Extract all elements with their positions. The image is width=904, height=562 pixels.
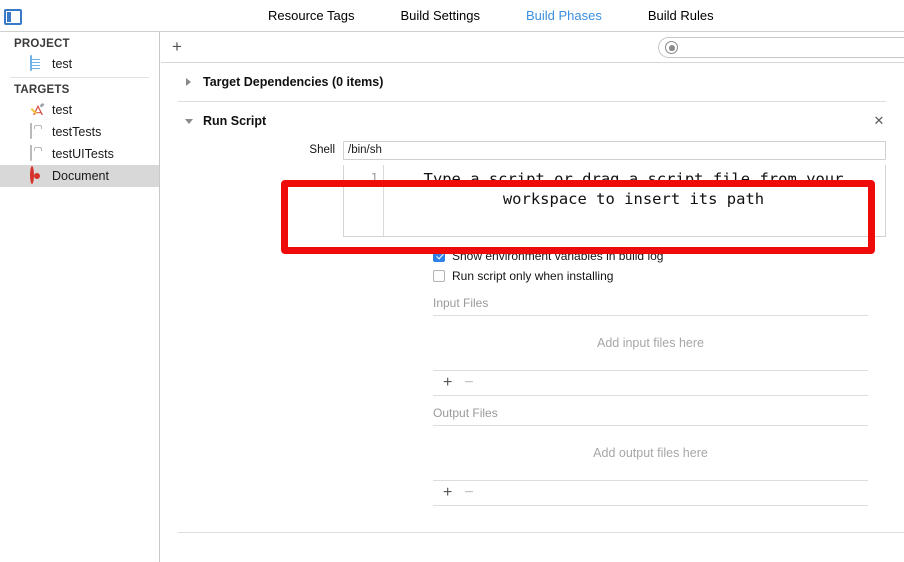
add-input-file-button[interactable]: + xyxy=(443,375,452,391)
option-label: Run script only when installing xyxy=(452,269,614,283)
sidebar-item-label: test xyxy=(52,57,73,71)
tab-build-rules[interactable]: Build Rules xyxy=(648,8,714,23)
phase-row-target-dependencies[interactable]: Target Dependencies (0 items) xyxy=(178,63,886,102)
chevron-right-icon[interactable] xyxy=(186,78,191,86)
left-panel-toggle-icon[interactable] xyxy=(4,9,22,25)
sidebar-item-project-test[interactable]: test xyxy=(0,53,159,75)
sidebar-item-label: test xyxy=(52,103,73,117)
add-output-file-button[interactable]: + xyxy=(443,485,452,501)
output-files-empty-text: Add output files here xyxy=(593,446,708,460)
phase-bottom-divider xyxy=(178,532,904,533)
sidebar-item-label: testUITests xyxy=(52,147,114,161)
output-files-toolbar: + − xyxy=(433,481,868,506)
app-target-icon xyxy=(30,102,45,118)
sidebar-item-target-test[interactable]: test xyxy=(0,99,159,121)
run-script-options: Show environment variables in build log … xyxy=(433,246,886,286)
sidebar-item-target-testuitests[interactable]: testUITests xyxy=(0,143,159,165)
sidebar-item-target-document[interactable]: Document xyxy=(0,165,159,187)
editor-gutter: 1 xyxy=(344,165,384,236)
sidebar-group-project: PROJECT xyxy=(14,38,70,50)
editor-line-number: 1 xyxy=(370,171,378,185)
tab-build-settings[interactable]: Build Settings xyxy=(400,8,480,23)
input-files-header: Input Files xyxy=(433,296,489,310)
phase-title: Target Dependencies (0 items) xyxy=(203,75,384,89)
remove-input-file-button[interactable]: − xyxy=(464,375,473,391)
sidebar-item-label: Document xyxy=(52,169,109,183)
output-files-header: Output Files xyxy=(433,406,498,420)
filter-field[interactable] xyxy=(658,37,904,58)
phase-title: Run Script xyxy=(203,114,267,128)
filter-circle-icon xyxy=(665,41,678,54)
input-files-block: Input Files Add input files here + − xyxy=(433,296,868,396)
run-script-body: Shell 1 Type a script or drag a script f… xyxy=(161,140,904,506)
project-document-icon xyxy=(30,55,45,72)
shell-row: Shell xyxy=(297,140,886,160)
tab-resource-tags[interactable]: Resource Tags xyxy=(268,8,354,23)
script-placeholder-text: Type a script or drag a script file from… xyxy=(423,170,844,208)
test-bundle-icon xyxy=(30,145,45,162)
remove-output-file-button[interactable]: − xyxy=(464,485,473,501)
output-files-block: Output Files Add output files here + − xyxy=(433,406,868,506)
sidebar-group-targets: TARGETS xyxy=(14,84,70,96)
phases-toolbar: + xyxy=(161,32,904,63)
sidebar-item-label: testTests xyxy=(52,125,102,139)
phase-row-run-script[interactable]: Run Script ✕ xyxy=(178,102,886,140)
option-show-env-vars[interactable]: Show environment variables in build log xyxy=(433,246,886,266)
option-label: Show environment variables in build log xyxy=(452,249,664,263)
option-run-only-when-installing[interactable]: Run script only when installing xyxy=(433,266,886,286)
tab-bar: Resource Tags Build Settings Build Phase… xyxy=(0,0,904,32)
shell-label: Shell xyxy=(309,144,335,156)
add-build-phase-button[interactable]: + xyxy=(169,38,185,55)
editor-tabs: Resource Tags Build Settings Build Phase… xyxy=(268,0,714,31)
remove-phase-button[interactable]: ✕ xyxy=(872,114,886,128)
sidebar-item-target-testtests[interactable]: testTests xyxy=(0,121,159,143)
bullseye-target-icon xyxy=(30,166,45,184)
tab-build-phases[interactable]: Build Phases xyxy=(526,8,602,23)
checkbox-unchecked-icon[interactable] xyxy=(433,270,445,282)
input-files-toolbar: + − xyxy=(433,371,868,396)
script-editor[interactable]: 1 Type a script or drag a script file fr… xyxy=(343,165,886,237)
shell-input[interactable] xyxy=(343,140,886,160)
input-files-dropzone[interactable]: Add input files here xyxy=(433,315,868,371)
output-files-dropzone[interactable]: Add output files here xyxy=(433,425,868,481)
project-targets-sidebar: PROJECT test TARGETS test testTests test… xyxy=(0,32,160,562)
chevron-down-icon[interactable] xyxy=(185,119,193,128)
checkbox-checked-icon[interactable] xyxy=(433,250,445,262)
build-phases-pane: + Target Dependencies (0 items) Run Scri… xyxy=(161,32,904,562)
input-files-empty-text: Add input files here xyxy=(596,336,704,350)
test-bundle-icon xyxy=(30,123,45,140)
filter-input[interactable] xyxy=(683,39,904,58)
